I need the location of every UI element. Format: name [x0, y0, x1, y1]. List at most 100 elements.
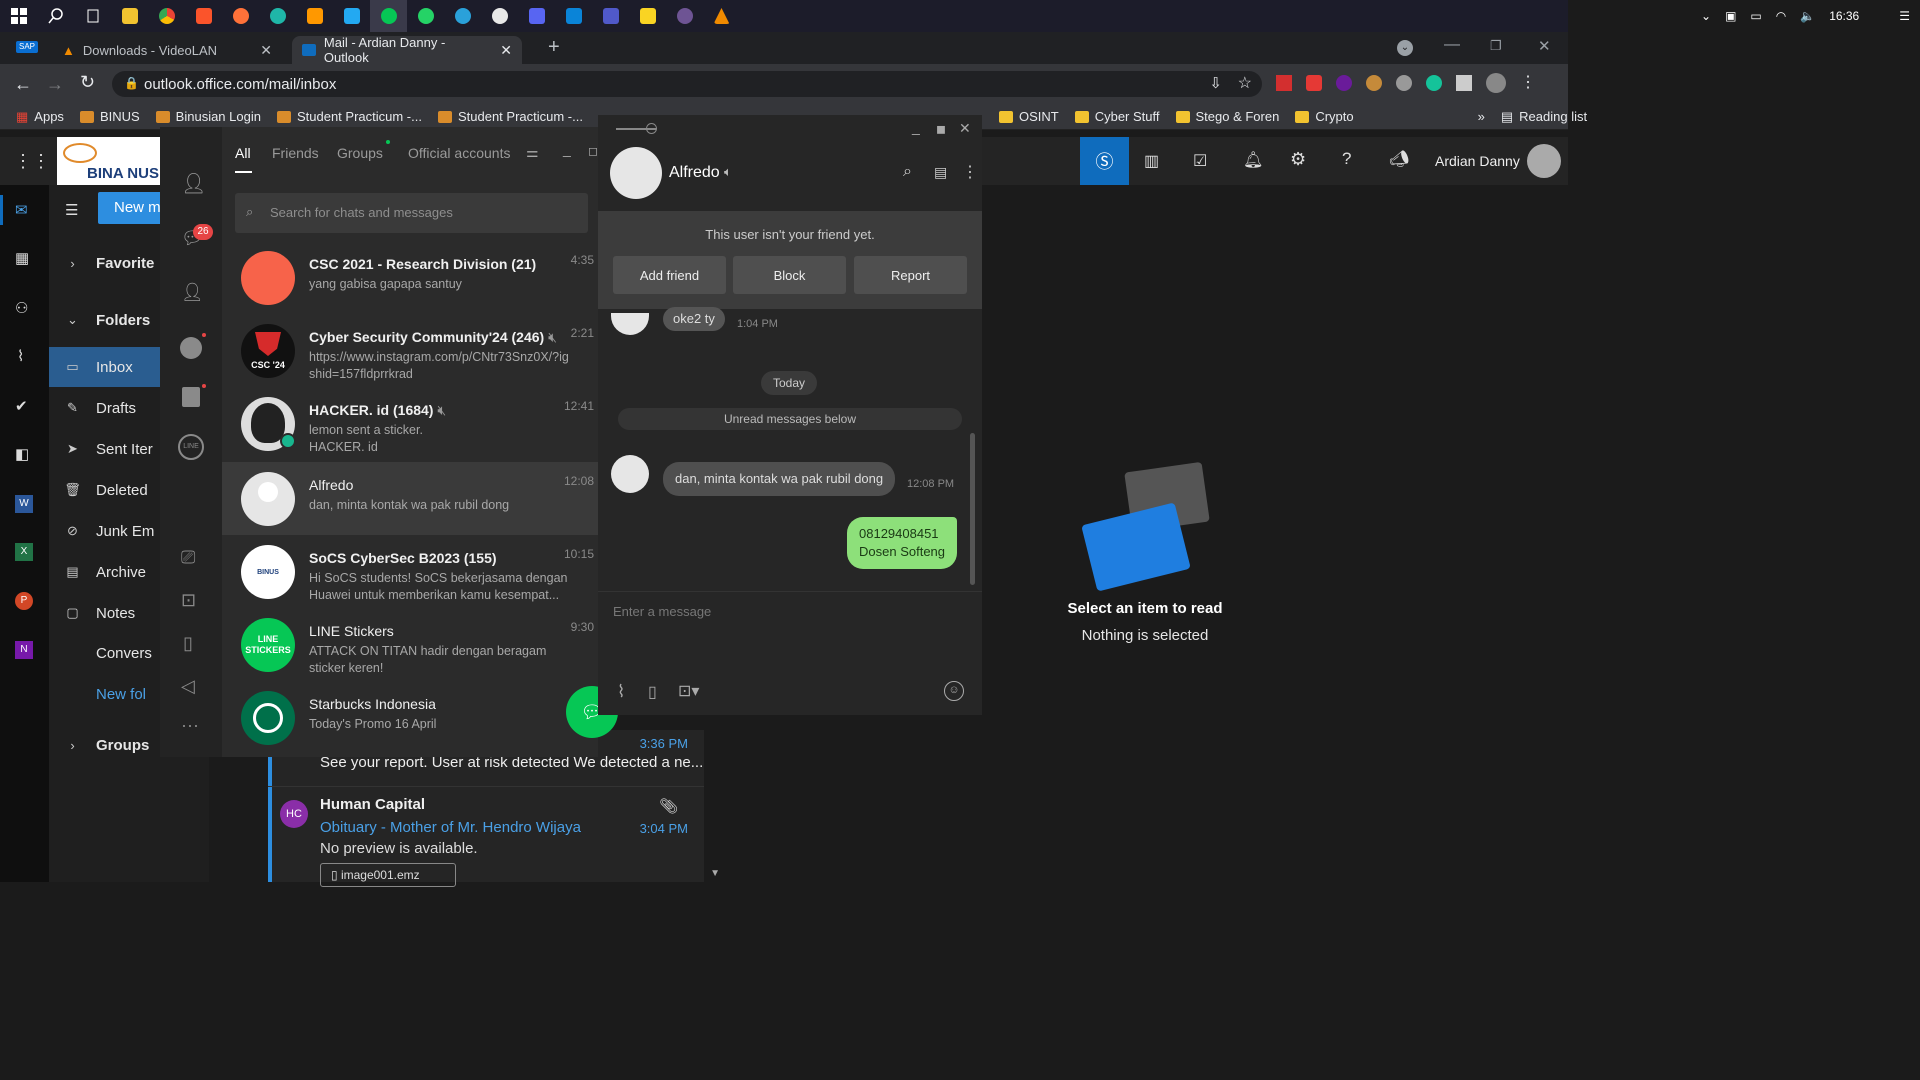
- tab-all[interactable]: All: [235, 145, 251, 161]
- bookmark-icon[interactable]: ▯: [183, 633, 193, 654]
- announcement-icon[interactable]: ◁: [181, 676, 195, 697]
- ext-badge-icon[interactable]: [1336, 75, 1352, 91]
- bell-icon[interactable]: 🔔︎: [1243, 150, 1263, 170]
- close-tab-icon[interactable]: ✕: [260, 42, 272, 59]
- search-icon[interactable]: ⌕: [903, 163, 912, 181]
- minimize-window-icon[interactable]: —: [1444, 36, 1460, 54]
- todo-check-icon[interactable]: ✔: [15, 397, 28, 415]
- lastpass-icon[interactable]: [1276, 75, 1292, 91]
- emoji-icon[interactable]: ☺: [944, 681, 964, 701]
- telegram-icon[interactable]: [444, 0, 481, 32]
- maximize-icon[interactable]: ◼: [936, 122, 946, 136]
- video-call-icon[interactable]: ⎚: [181, 547, 195, 568]
- chat-item[interactable]: Starbucks Indonesia Today's Promo 16 Apr…: [222, 681, 598, 757]
- tab-outlook[interactable]: Mail - Ardian Danny - Outlook ✕: [292, 35, 522, 65]
- powerpoint-icon[interactable]: P: [15, 592, 33, 610]
- people-icon[interactable]: ⚇: [15, 299, 28, 317]
- line-search-input[interactable]: ⌕ Search for chats and messages: [235, 193, 588, 233]
- minimize-icon[interactable]: _: [563, 141, 571, 157]
- user-avatar[interactable]: [1527, 144, 1561, 178]
- chrome-menu-icon[interactable]: ⋮: [1520, 72, 1536, 93]
- video-ext-icon[interactable]: [1306, 75, 1322, 91]
- bookmark-stego[interactable]: Stego & Foren: [1168, 109, 1288, 124]
- close-icon[interactable]: ✕: [959, 120, 971, 137]
- bookmark-osint[interactable]: OSINT: [991, 109, 1067, 124]
- crop-icon[interactable]: ⊡: [181, 590, 196, 611]
- office-icon[interactable]: ▥: [1144, 151, 1159, 171]
- history-clock-icon[interactable]: [180, 337, 202, 359]
- close-window-icon[interactable]: ✕: [1538, 37, 1551, 55]
- bookmark-binus[interactable]: BINUS: [72, 109, 148, 124]
- tab-official-accounts[interactable]: Official accounts: [408, 145, 510, 161]
- mute-icon[interactable]: 🔈︎: [724, 164, 732, 180]
- hamburger-icon[interactable]: ☰: [65, 201, 78, 219]
- bookmark-practicum-1[interactable]: Student Practicum -...: [269, 109, 430, 124]
- more-icon[interactable]: ···: [181, 715, 199, 736]
- sticky-notes-icon[interactable]: [629, 0, 666, 32]
- message-bubble[interactable]: dan, minta kontak wa pak rubil dong: [663, 462, 896, 496]
- report-button[interactable]: Report: [854, 256, 967, 294]
- restore-window-icon[interactable]: ❐: [1490, 38, 1502, 54]
- message-sender[interactable]: Human Capital: [320, 796, 425, 813]
- chevron-up-icon[interactable]: ⌄: [1701, 9, 1711, 23]
- chrome-icon[interactable]: [148, 0, 185, 32]
- maximize-icon[interactable]: ◻: [588, 144, 598, 158]
- word-icon[interactable]: W: [15, 495, 33, 513]
- scroll-down-icon[interactable]: ▼: [710, 868, 720, 879]
- reading-list[interactable]: ▤ Reading list: [1493, 109, 1595, 125]
- vscode-icon[interactable]: [333, 0, 370, 32]
- friends-icon[interactable]: 👤︎: [181, 171, 206, 196]
- bookmark-practicum-2[interactable]: Student Practicum -...: [430, 109, 591, 124]
- chat-item[interactable]: CSC '24 Cyber Security Community'24 (246…: [222, 314, 598, 387]
- contact-avatar[interactable]: [610, 147, 662, 199]
- cloud-ext-icon[interactable]: [1396, 75, 1412, 91]
- grammarly-icon[interactable]: [1426, 75, 1442, 91]
- yammer-icon[interactable]: ◧: [15, 445, 29, 463]
- battery-icon[interactable]: ▭: [1750, 9, 1761, 23]
- line-logo-icon[interactable]: LINE: [178, 434, 204, 460]
- edge-icon[interactable]: [259, 0, 296, 32]
- bookmark-apps[interactable]: ▦ Apps: [8, 109, 72, 125]
- github-icon[interactable]: [666, 0, 703, 32]
- sent-message-bubble[interactable]: 08129408451 Dosen Softeng: [847, 517, 958, 569]
- tab-videolan[interactable]: ▲ Downloads - VideoLAN ✕: [52, 36, 282, 64]
- paperclip-icon[interactable]: ⌇: [617, 682, 625, 702]
- back-icon[interactable]: ←: [14, 74, 32, 95]
- block-button[interactable]: Block: [733, 256, 846, 294]
- user-name[interactable]: Ardian Danny: [1435, 153, 1520, 169]
- mail-icon[interactable]: ✉: [15, 201, 28, 219]
- chat-item[interactable]: BINUS SoCS CyberSec B2023 (155) Hi SoCS …: [222, 535, 598, 608]
- conversation-scrollbar[interactable]: [970, 433, 975, 585]
- attachment-chip[interactable]: ▯ image001.emz: [320, 863, 456, 887]
- whatsapp-icon[interactable]: [407, 0, 444, 32]
- wifi-icon[interactable]: ◠: [1776, 9, 1786, 23]
- feedback-icon[interactable]: 📣︎: [1389, 149, 1409, 169]
- discord-icon[interactable]: [518, 0, 555, 32]
- notification-icon[interactable]: ☰: [1899, 9, 1910, 23]
- chat-item[interactable]: HACKER. id (1684) 🔇︎ lemon sent a sticke…: [222, 387, 598, 460]
- onenote-icon[interactable]: N: [15, 641, 33, 659]
- windows-start-icon[interactable]: [0, 0, 37, 32]
- bookmarks-overflow[interactable]: »: [1470, 109, 1493, 124]
- lock-icon[interactable]: 🔒: [124, 76, 139, 90]
- slack-icon[interactable]: [481, 0, 518, 32]
- sublime-icon[interactable]: [296, 0, 333, 32]
- chat-item-selected[interactable]: Alfredo dan, minta kontak wa pak rubil d…: [222, 462, 598, 535]
- display-icon[interactable]: ▣: [1725, 9, 1736, 23]
- pin-icon[interactable]: [646, 123, 657, 134]
- notes-icon[interactable]: ▤: [934, 164, 947, 181]
- puzzle-icon[interactable]: [1456, 75, 1472, 91]
- bookmark-binusian-login[interactable]: Binusian Login: [148, 109, 269, 124]
- sap-icon[interactable]: SAP: [16, 41, 38, 53]
- search-icon[interactable]: [37, 0, 74, 32]
- settings-gear-icon[interactable]: ⚙: [1290, 149, 1306, 170]
- more-vertical-icon[interactable]: ⋮: [962, 162, 978, 182]
- notes-icon[interactable]: [182, 387, 200, 407]
- address-bar[interactable]: 🔒 outlook.office.com/mail/inbox ⇩ ☆: [112, 71, 1262, 97]
- cookie-icon[interactable]: [1366, 75, 1382, 91]
- chat-item[interactable]: CSC 2021 - Research Division (21) yang g…: [222, 241, 598, 314]
- close-tab-icon[interactable]: ✕: [500, 42, 512, 59]
- snip-icon[interactable]: [555, 0, 592, 32]
- calendar-icon[interactable]: ▦: [15, 249, 29, 267]
- new-tab-icon[interactable]: +: [548, 36, 560, 59]
